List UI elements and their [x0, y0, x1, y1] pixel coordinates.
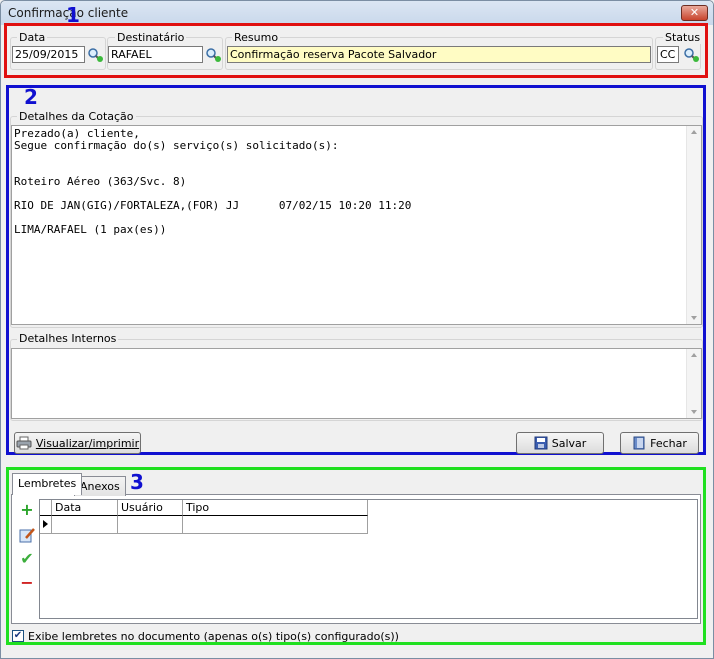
dest-label: Destinatário — [115, 31, 187, 44]
grid-col-data[interactable]: Data — [52, 500, 118, 516]
fechar-button[interactable]: Fechar — [620, 432, 699, 454]
marker-2: 2 — [24, 85, 38, 109]
memo-scrollbar[interactable] — [686, 126, 701, 324]
search-icon[interactable] — [205, 47, 221, 63]
edit-icon[interactable] — [18, 526, 36, 544]
memo-line — [14, 152, 699, 164]
destinatario-field[interactable]: RAFAEL — [108, 46, 203, 63]
remove-icon[interactable]: − — [18, 574, 36, 592]
visualizar-button[interactable]: Visualizar/imprimir — [14, 432, 141, 454]
scroll-down-icon[interactable] — [691, 410, 697, 414]
visualizar-label: Visualizar/imprimir — [35, 436, 140, 450]
exibe-lembretes-checkbox[interactable]: ✔ — [12, 630, 24, 642]
memo-line: LIMA/RAFAEL (1 pax(es)) — [14, 223, 167, 236]
memo-line: RIO DE JAN(GIG)/FORTALEZA,(FOR) JJ 07/02… — [14, 199, 412, 212]
resumo-field[interactable]: Confirmação reserva Pacote Salvador — [227, 46, 651, 63]
memo-line: Roteiro Aéreo (363/Svc. 8) — [14, 175, 187, 188]
detalhes-memo[interactable]: Prezado(a) cliente, Segue confirmação do(… — [11, 125, 702, 325]
scroll-up-icon[interactable] — [691, 353, 697, 357]
detalhes-label: Detalhes da Cotação — [17, 110, 136, 123]
internos-memo[interactable] — [11, 348, 702, 419]
grid-col-usuario[interactable]: Usuário — [118, 500, 183, 516]
grid-col-tipo[interactable]: Tipo — [183, 500, 368, 516]
tab-lembretes[interactable]: Lembretes — [12, 473, 83, 495]
memo-text: Prezado(a) cliente, Segue confirmação do(… — [14, 128, 699, 236]
status-field[interactable]: CC — [657, 46, 679, 63]
save-icon — [534, 436, 548, 450]
internos-scrollbar[interactable] — [686, 349, 701, 418]
data-label: Data — [17, 31, 48, 44]
row-indicator-icon — [40, 516, 52, 534]
check-icon[interactable]: ✔ — [18, 550, 36, 568]
salvar-label: Salvar — [551, 436, 587, 450]
marker-1: 1 — [66, 3, 80, 27]
status-label: Status — [663, 31, 703, 44]
grid-indicator-header — [40, 500, 52, 516]
data-field[interactable]: 25/09/2015 — [12, 46, 85, 63]
resumo-label: Resumo — [232, 31, 281, 44]
table-cell[interactable] — [52, 516, 118, 534]
internos-label: Detalhes Internos — [17, 332, 119, 345]
reminders-grid[interactable]: Data Usuário Tipo — [39, 499, 698, 619]
scroll-down-icon[interactable] — [691, 316, 697, 320]
table-cell[interactable] — [118, 516, 183, 534]
marker-3: 3 — [130, 470, 144, 494]
fechar-label: Fechar — [650, 436, 687, 450]
table-cell[interactable] — [183, 516, 368, 534]
add-icon[interactable]: + — [18, 501, 36, 519]
exibe-lembretes-label: Exibe lembretes no documento (apenas o(s… — [28, 630, 399, 643]
printer-icon — [16, 436, 32, 450]
close-button[interactable]: ✕ — [681, 5, 708, 21]
title-bar: Confirmação cliente ✕ — [1, 1, 713, 25]
scroll-up-icon[interactable] — [691, 130, 697, 134]
memo-line: Segue confirmação do(s) serviço(s) solic… — [14, 139, 339, 152]
search-icon[interactable] — [87, 47, 103, 63]
exit-door-icon — [633, 436, 645, 450]
salvar-button[interactable]: Salvar — [516, 432, 604, 454]
search-icon[interactable] — [683, 47, 699, 63]
